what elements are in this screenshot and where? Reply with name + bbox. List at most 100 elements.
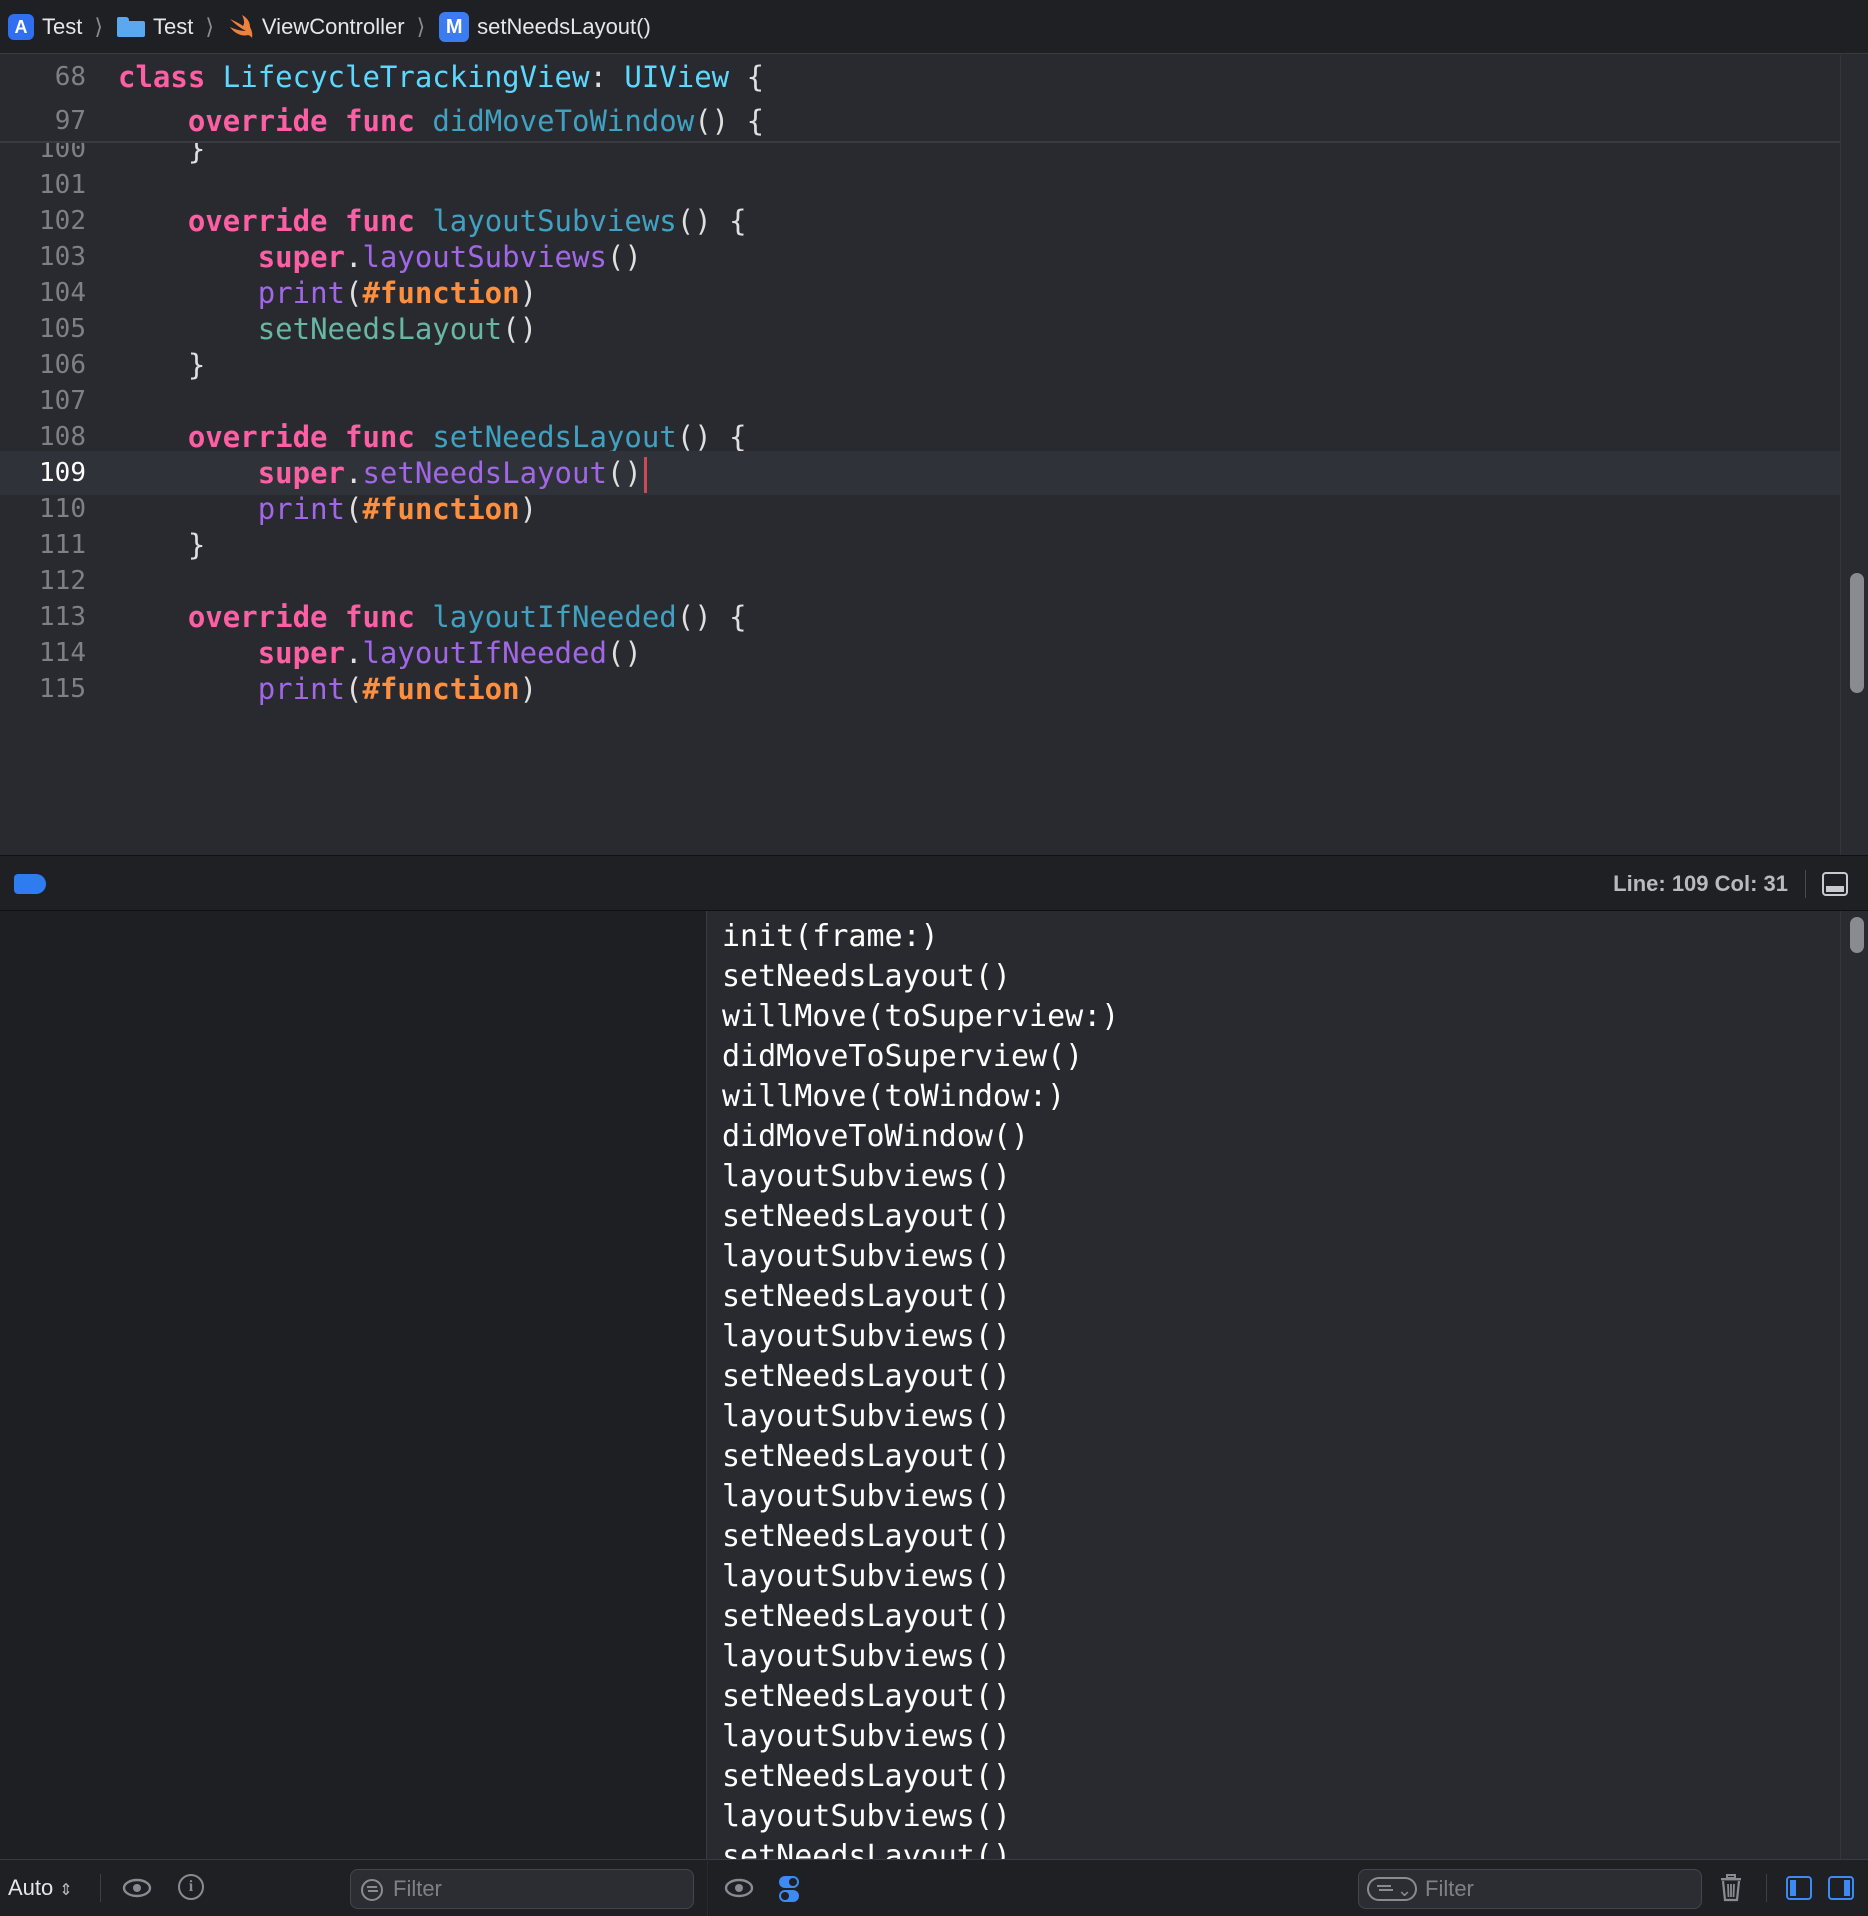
- code-token: super: [257, 456, 345, 490]
- console-line: setNeedsLayout(): [722, 959, 1011, 994]
- code-token: ): [519, 276, 538, 310]
- console-scroll-thumb[interactable]: [1850, 917, 1864, 953]
- breadcrumb-group[interactable]: Test: [116, 0, 193, 53]
- console-line: willMove(toWindow:): [722, 1079, 1066, 1114]
- code-token: () {: [694, 104, 765, 138]
- console-line: setNeedsLayout(): [722, 1439, 1011, 1474]
- code-token: (): [606, 456, 642, 490]
- breadcrumb-label: Test: [42, 13, 83, 39]
- trash-icon[interactable]: [1720, 1874, 1742, 1902]
- jump-bar: Test ⟩ Test ⟩ ViewController ⟩ M setNeed…: [0, 0, 1868, 54]
- console-line: layoutSubviews(): [722, 1319, 1011, 1354]
- console-line: layoutSubviews(): [722, 1479, 1011, 1514]
- hide-debug-area-icon[interactable]: [1822, 872, 1848, 896]
- console-toolbar: Filter: [708, 1859, 1868, 1916]
- code-token: () {: [676, 600, 747, 634]
- console-line: layoutSubviews(): [722, 1719, 1011, 1754]
- filter-icon: [361, 1879, 383, 1901]
- console-line: init(frame:): [722, 919, 939, 954]
- chevron-updown-icon: ⇕: [59, 1882, 73, 1899]
- chevron-right-icon: ⟩: [94, 13, 103, 39]
- cursor-position: Line: 109 Col: 31: [1613, 871, 1788, 896]
- code-line[interactable]: 115 print(#function): [0, 667, 1840, 711]
- filter-menu-icon[interactable]: [1367, 1871, 1417, 1909]
- console-line: setNeedsLayout(): [722, 1679, 1011, 1714]
- info-icon[interactable]: i: [178, 1874, 204, 1900]
- eye-icon[interactable]: [724, 1878, 754, 1898]
- code-text: override func didMoveToWindow() {: [118, 99, 764, 143]
- line-number[interactable]: 68: [0, 55, 86, 99]
- console-text: init(frame:) setNeedsLayout() willMove(toS…: [722, 917, 1119, 1859]
- breadcrumb-file[interactable]: ViewController: [228, 0, 405, 53]
- console-line: didMoveToSuperview(): [722, 1039, 1084, 1074]
- scope-value: Auto: [8, 1875, 54, 1900]
- code-token: layoutIfNeeded: [432, 600, 677, 634]
- code-token: .: [345, 456, 363, 490]
- editor-scrollbar[interactable]: [1840, 55, 1868, 855]
- variables-view[interactable]: [0, 911, 707, 1859]
- code-token: ): [519, 492, 538, 526]
- console-line: setNeedsLayout(): [722, 1199, 1011, 1234]
- console-line: willMove(toSuperview:): [722, 999, 1120, 1034]
- sticky-header-divider: [0, 141, 1840, 143]
- console-filter-field[interactable]: Filter: [1358, 1869, 1702, 1909]
- breakpoint-toggle-icon[interactable]: [14, 874, 46, 894]
- line-number[interactable]: 97: [0, 99, 86, 143]
- code-token: func: [345, 420, 415, 454]
- variables-filter-field[interactable]: Filter: [350, 1869, 694, 1909]
- console-options-icon[interactable]: [772, 1872, 806, 1906]
- code-token: {: [729, 60, 765, 94]
- code-line[interactable]: 97 override func didMoveToWindow() {: [0, 99, 1840, 143]
- console-scrollbar[interactable]: [1840, 911, 1868, 1859]
- code-token: func: [345, 104, 415, 138]
- line-number[interactable]: 115: [0, 667, 86, 711]
- variables-scope-select[interactable]: Auto ⇕: [8, 1872, 73, 1907]
- console-line: layoutSubviews(): [722, 1639, 1011, 1674]
- code-token: (): [502, 312, 538, 346]
- app-target-icon: [8, 13, 34, 40]
- console-line: didMoveToWindow(): [722, 1119, 1030, 1154]
- code-token: layoutSubviews: [362, 240, 607, 274]
- console-line: setNeedsLayout(): [722, 1279, 1011, 1314]
- show-console-view-icon[interactable]: [1828, 1876, 1854, 1900]
- console-line: layoutSubviews(): [722, 1799, 1011, 1834]
- breadcrumb-method[interactable]: M setNeedsLayout(): [439, 0, 651, 53]
- chevron-right-icon: ⟩: [205, 13, 214, 39]
- code-token: #function: [362, 492, 520, 526]
- show-variables-view-icon[interactable]: [1786, 1876, 1812, 1900]
- editor-scroll-thumb[interactable]: [1850, 573, 1864, 693]
- variables-toolbar: Auto ⇕ i Filter: [0, 1859, 707, 1916]
- console-output[interactable]: init(frame:) setNeedsLayout() willMove(toS…: [708, 911, 1868, 1859]
- source-editor[interactable]: 100 } 101 102 override func layoutSubviews…: [0, 55, 1868, 855]
- code-token: setNeedsLayout: [432, 420, 677, 454]
- console-filter-placeholder: Filter: [1425, 1876, 1474, 1901]
- console-line: setNeedsLayout(): [722, 1359, 1011, 1394]
- code-token: super: [257, 240, 345, 274]
- breadcrumb-project[interactable]: Test: [8, 0, 82, 53]
- code-token: super: [257, 636, 345, 670]
- eye-icon[interactable]: [122, 1878, 152, 1898]
- code-token: (): [606, 240, 642, 274]
- console-line: setNeedsLayout(): [722, 1839, 1011, 1859]
- divider: [1805, 870, 1806, 898]
- console-line: setNeedsLayout(): [722, 1519, 1011, 1554]
- code-token: override: [187, 420, 328, 454]
- code-token: LifecycleTrackingView: [222, 60, 590, 94]
- code-line[interactable]: 68 class LifecycleTrackingView: UIView {: [0, 55, 1840, 99]
- folder-icon: [116, 16, 145, 37]
- code-token: .: [345, 240, 363, 274]
- code-token: (: [345, 276, 363, 310]
- chevron-right-icon: ⟩: [416, 13, 426, 39]
- divider: [1766, 1874, 1767, 1902]
- debug-bar: Line: 109 Col: 31: [0, 855, 1868, 911]
